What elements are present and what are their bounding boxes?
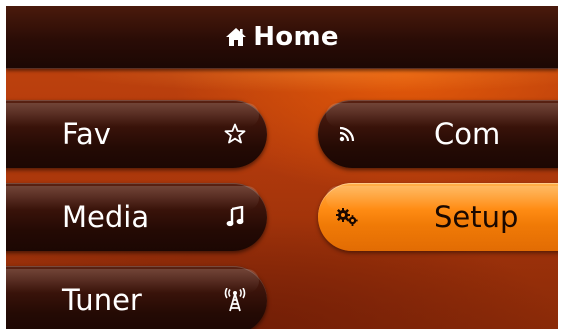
home-screen: Home Fav Com Media Setup Tuner [6,6,558,329]
media-button-label: Media [62,199,150,234]
com-button-label: Com [434,116,501,151]
com-button[interactable]: Com [318,100,558,168]
fav-button-label: Fav [62,116,111,151]
page-title: Home [6,6,558,68]
home-icon [225,26,247,48]
tuner-button[interactable]: Tuner [6,266,267,329]
star-icon [220,100,250,168]
tuner-button-label: Tuner [62,282,142,317]
antenna-tower-icon [220,266,250,329]
page-title-text: Home [253,22,339,52]
setup-button-label: Setup [434,199,519,234]
music-note-icon [220,183,250,251]
gears-icon [332,183,362,251]
setup-button[interactable]: Setup [318,183,558,251]
fav-button[interactable]: Fav [6,100,267,168]
media-button[interactable]: Media [6,183,267,251]
rss-signal-icon [332,100,362,168]
